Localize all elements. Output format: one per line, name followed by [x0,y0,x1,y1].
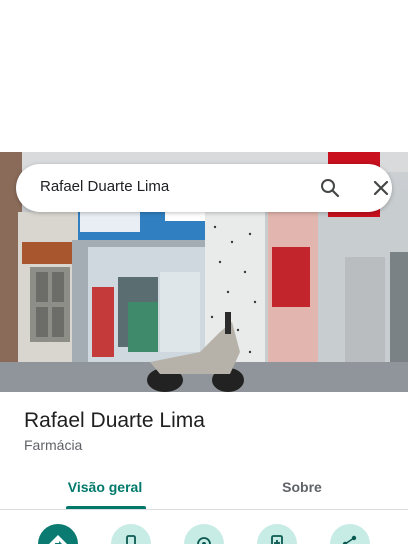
share-icon [342,535,357,544]
place-title: Rafael Duarte Lima [24,409,205,432]
tab-about[interactable]: Sobre [210,466,394,508]
tab-overview[interactable]: Visão geral [0,466,210,508]
tab-bar: Visão geral Sobre [0,466,408,510]
directions-icon [49,535,67,544]
directions-button[interactable] [38,524,78,544]
location-icon [197,537,211,544]
location-button[interactable] [184,524,224,544]
send-to-phone-button[interactable] [257,524,297,544]
share-button[interactable] [330,524,370,544]
action-bar [0,520,408,544]
call-button[interactable] [111,524,151,544]
add-to-phone-icon [271,535,283,544]
place-category: Farmácia [24,437,83,453]
close-icon[interactable] [369,176,393,200]
search-bar[interactable]: Rafael Duarte Lima [16,164,392,212]
search-icon[interactable] [318,176,342,200]
search-input[interactable]: Rafael Duarte Lima [40,178,169,195]
tabs-divider [0,509,408,510]
phone-icon [126,535,136,544]
